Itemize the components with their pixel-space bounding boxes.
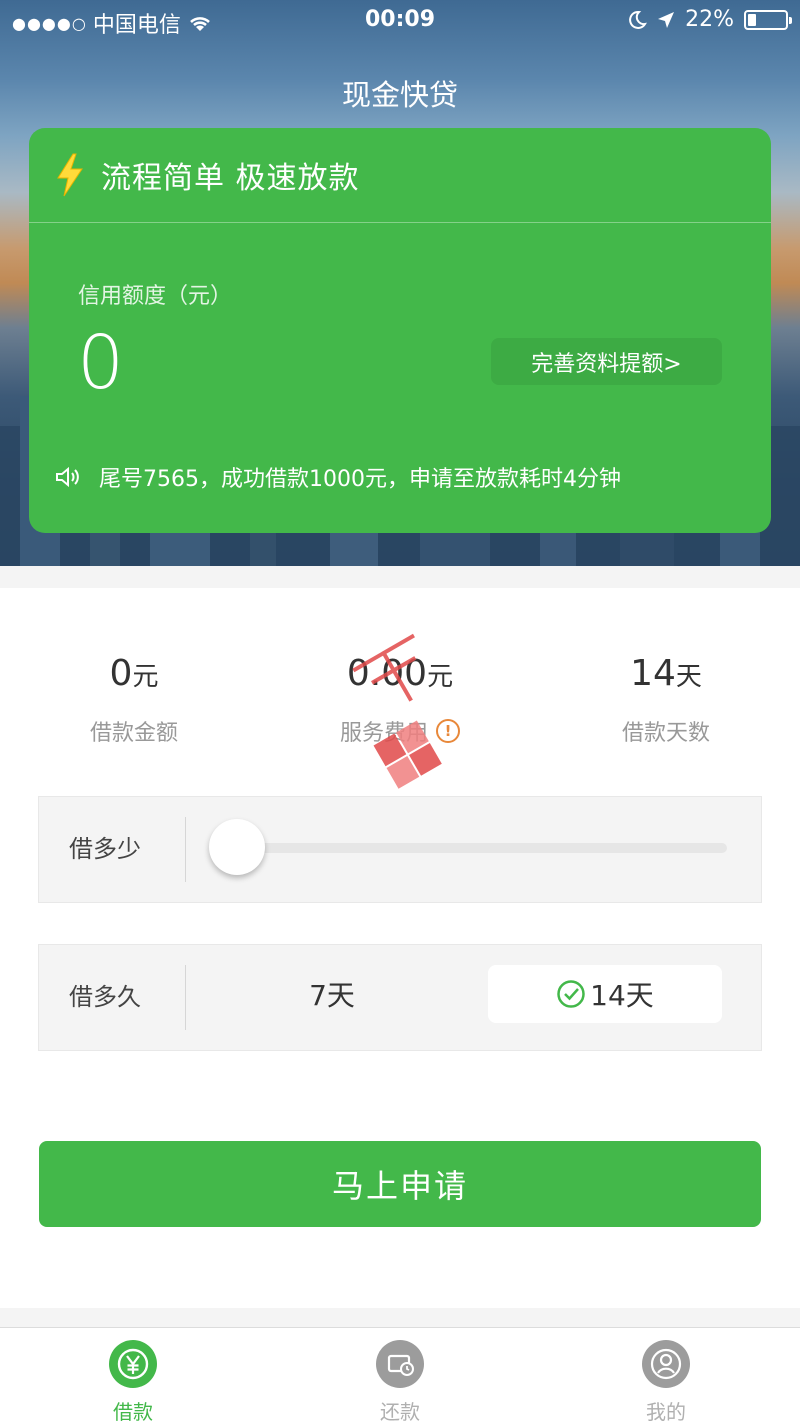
credit-limit-value: 0 <box>77 320 125 406</box>
loan-notice-text: 尾号7565，成功借款1000元，申请至放款耗时4分钟 <box>99 467 621 492</box>
loan-days-stat: 14天 借款天数 <box>566 650 766 747</box>
raise-limit-button[interactable]: 完善资料提额> <box>491 338 722 385</box>
loan-days-unit: 天 <box>675 662 702 692</box>
amount-row-label: 借多少 <box>69 835 141 863</box>
battery-icon <box>744 9 792 30</box>
term-row: 借多久 7天 14天 <box>38 944 762 1051</box>
bottom-tab-bar: 借款 还款 我的 <box>0 1327 800 1423</box>
check-circle-icon <box>557 980 585 1008</box>
row-divider <box>185 817 186 882</box>
apply-now-button[interactable]: 马上申请 <box>39 1141 761 1227</box>
page-title: 现金快贷 <box>341 78 458 112</box>
row-divider <box>185 965 186 1030</box>
loan-days-label: 借款天数 <box>621 721 710 746</box>
loan-amount-value: 0 <box>109 653 133 694</box>
card-header: 流程简单 极速放款 <box>29 128 771 223</box>
tab-mine[interactable]: 我的 <box>606 1340 726 1423</box>
loan-amount-unit: 元 <box>132 662 159 692</box>
moon-icon <box>629 10 648 29</box>
location-arrow-icon <box>658 11 675 28</box>
tab-repay[interactable]: 还款 <box>340 1340 460 1423</box>
term-option-14-days[interactable]: 14天 <box>488 965 722 1023</box>
battery-level-fill <box>748 13 756 26</box>
loan-days-value: 14 <box>630 653 676 694</box>
term-option-label: 14天 <box>590 979 654 1012</box>
tab-label: 我的 <box>646 1400 686 1423</box>
credit-card-panel: 流程简单 极速放款 信用额度（元） 0 完善资料提额> 尾号7565，成功借款1… <box>29 128 771 533</box>
tab-loan[interactable]: 借款 <box>73 1340 193 1423</box>
loan-notice: 尾号7565，成功借款1000元，申请至放款耗时4分钟 <box>55 461 621 493</box>
credit-limit-label: 信用额度（元） <box>78 284 233 309</box>
term-option-7-days[interactable]: 7天 <box>215 965 449 1023</box>
battery-percent: 22% <box>685 7 734 32</box>
loan-amount-stat: 0元 借款金额 <box>34 650 234 747</box>
term-row-label: 借多久 <box>69 983 141 1011</box>
amount-slider-thumb[interactable] <box>209 819 265 875</box>
term-option-label: 7天 <box>309 979 355 1012</box>
user-icon <box>642 1340 690 1388</box>
card-clock-icon <box>376 1340 424 1388</box>
loan-amount-label: 借款金额 <box>89 721 178 746</box>
card-slogan: 流程简单 极速放款 <box>101 161 360 196</box>
yuan-icon <box>109 1340 157 1388</box>
tab-label: 借款 <box>113 1400 153 1423</box>
amount-row: 借多少 <box>38 796 762 903</box>
status-bar: ●●●●○ 中国电信 00:09 22% <box>0 0 800 40</box>
watermark-logo <box>352 633 442 789</box>
amount-slider-track[interactable] <box>223 843 727 853</box>
lightning-bolt-icon <box>57 153 83 197</box>
tab-label: 还款 <box>380 1400 420 1423</box>
speaker-icon <box>56 466 79 488</box>
